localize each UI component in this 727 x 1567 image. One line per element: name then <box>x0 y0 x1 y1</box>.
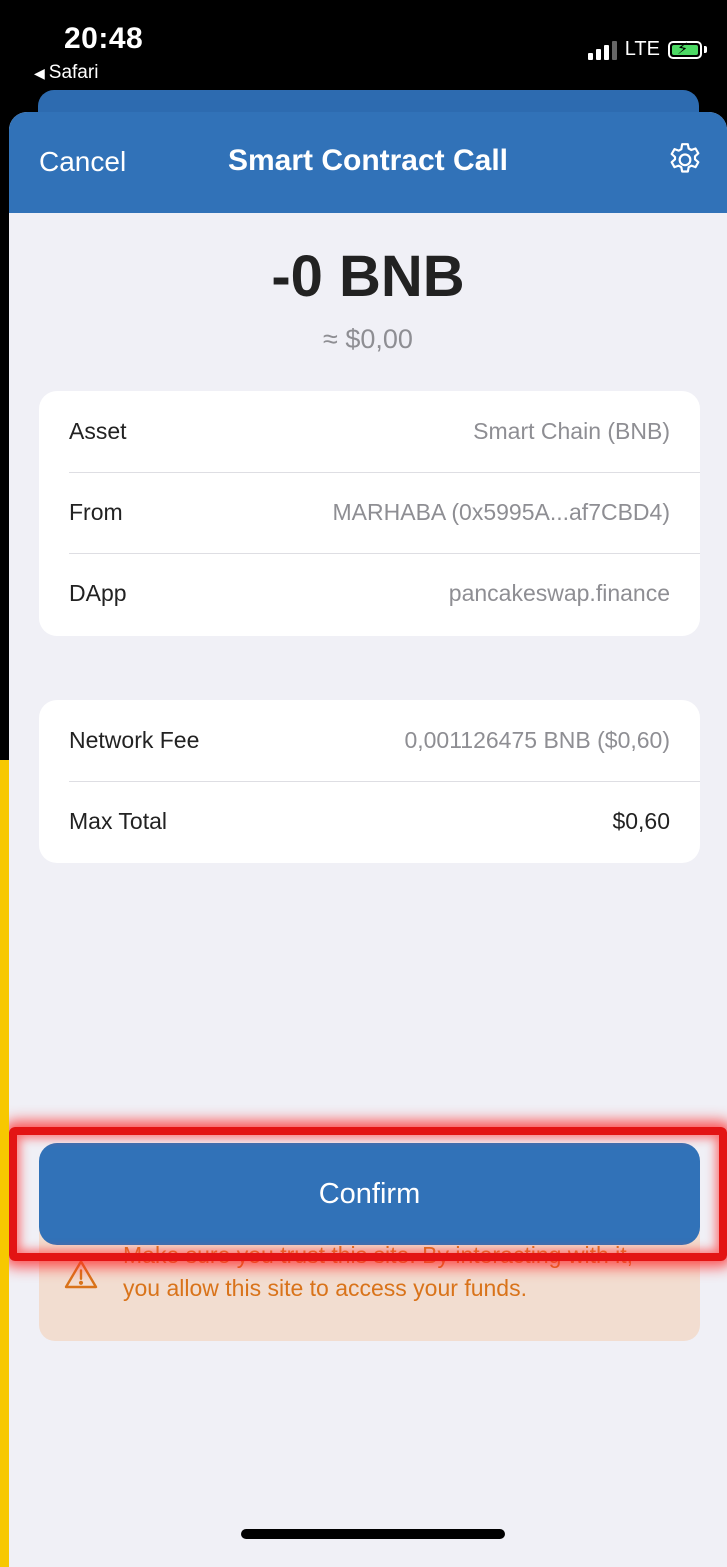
detail-row-from: From MARHABA (0x5995A...af7CBD4) <box>39 472 700 553</box>
signal-bars-icon <box>587 40 617 60</box>
status-time: 20:48 <box>64 22 144 55</box>
warning-triangle-icon <box>64 1260 98 1289</box>
fee-row-network[interactable]: Network Fee 0,001126475 BNB ($0,60) <box>39 700 700 781</box>
network-label: LTE <box>624 38 660 60</box>
transaction-sheet: Cancel Smart Contract Call -0 BNB ≈ $0,0… <box>9 112 727 1567</box>
back-app-label: Safari <box>48 62 99 83</box>
detail-value: Smart Chain (BNB) <box>473 418 670 444</box>
navigation-bar: Cancel Smart Contract Call <box>9 112 727 213</box>
detail-value: pancakeswap.finance <box>448 580 670 606</box>
warning-text: Make sure you trust this site. By intera… <box>123 1242 634 1301</box>
detail-value: MARHABA (0x5995A...af7CBD4) <box>332 499 670 525</box>
fee-row-max-total: Max Total $0,60 <box>39 781 700 862</box>
detail-label: DApp <box>69 580 127 606</box>
detail-label: Asset <box>69 418 127 444</box>
gear-icon[interactable] <box>665 140 705 180</box>
fee-value: $0,60 <box>612 808 670 834</box>
amount-value: -0 BNB <box>271 244 465 309</box>
page-title: Smart Contract Call <box>227 144 509 177</box>
home-indicator[interactable] <box>241 1529 505 1539</box>
fee-label: Max Total <box>69 808 168 834</box>
details-card: Asset Smart Chain (BNB) From MARHABA (0x… <box>39 391 700 636</box>
fee-label: Network Fee <box>69 727 200 753</box>
battery-charging-icon: ⚡ <box>668 40 702 59</box>
fee-card: Network Fee 0,001126475 BNB ($0,60) Max … <box>39 700 700 863</box>
back-triangle-icon: ◀ <box>34 64 45 81</box>
detail-row-asset: Asset Smart Chain (BNB) <box>39 391 700 472</box>
detail-row-dapp: DApp pancakeswap.finance <box>39 553 700 634</box>
status-indicators: LTE ⚡ <box>587 38 707 61</box>
confirm-button[interactable]: Confirm <box>39 1143 700 1245</box>
fee-value: 0,001126475 BNB ($0,60) <box>404 727 670 753</box>
back-to-safari[interactable]: ◀ Safari <box>34 62 98 84</box>
detail-label: From <box>69 499 123 525</box>
amount-fiat: ≈ $0,00 <box>323 324 413 354</box>
